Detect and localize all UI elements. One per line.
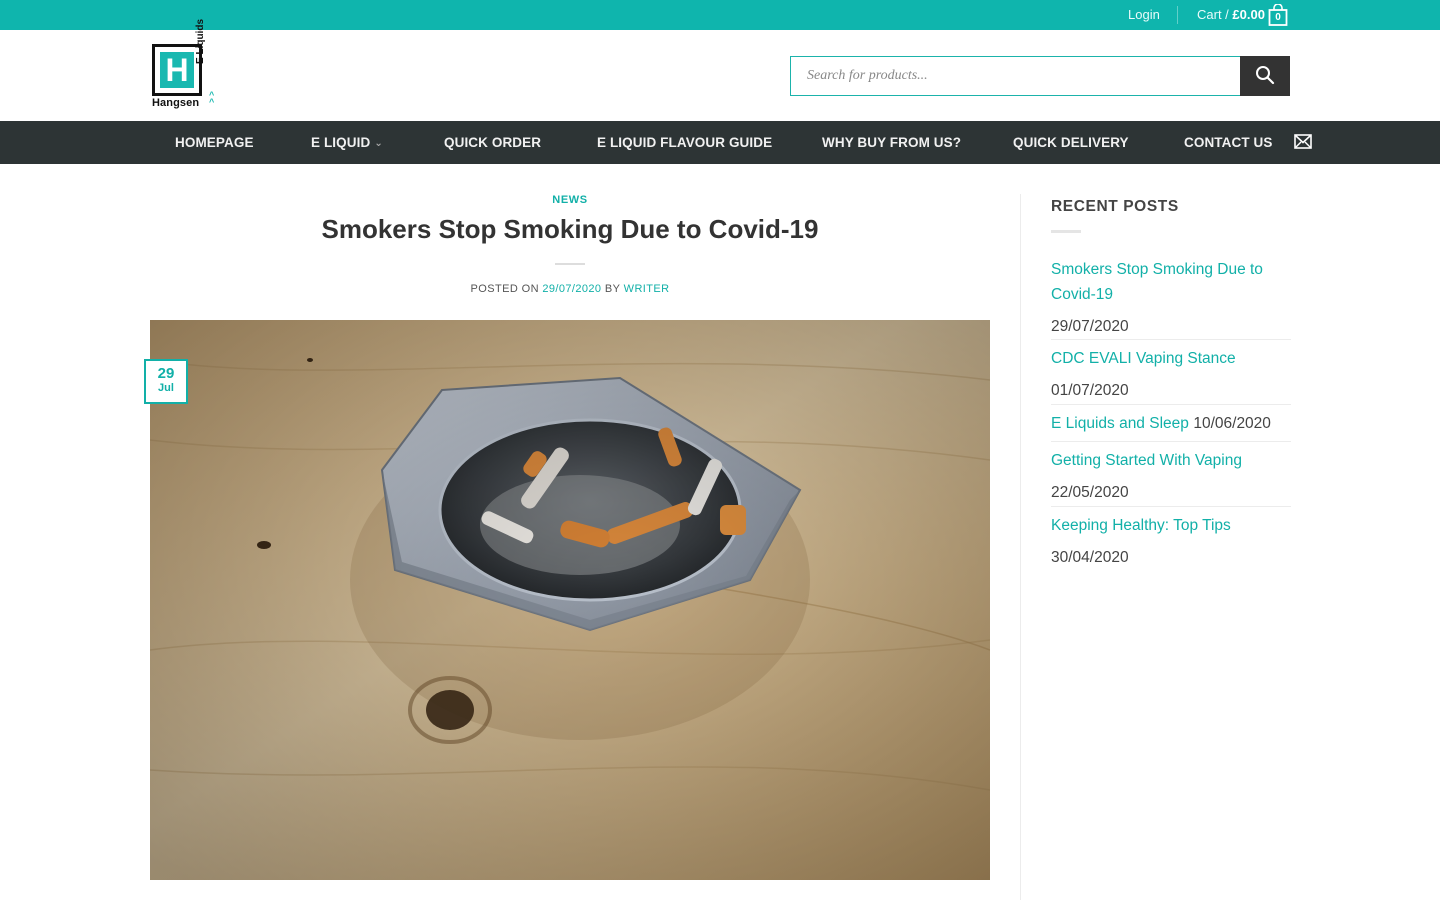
logo-brand-name: Hangsen	[152, 97, 200, 109]
cart-count: 0	[1275, 12, 1281, 23]
date-badge-day: 29	[157, 365, 175, 382]
envelope-icon[interactable]	[1294, 134, 1312, 150]
list-item: Smokers Stop Smoking Due to Covid-19 29/…	[1051, 257, 1291, 340]
recent-post-link[interactable]: Getting Started With Vaping	[1051, 452, 1242, 469]
heading-divider	[1051, 230, 1081, 233]
recent-post-date: 29/07/2020	[1051, 318, 1129, 335]
post-meta: POSTED ON 29/07/2020 BY WRITER	[150, 283, 990, 295]
login-link[interactable]: Login	[1128, 7, 1160, 22]
date-badge: 29 Jul	[144, 359, 188, 404]
nav-item-quick-delivery[interactable]: QUICK DELIVERY	[1013, 121, 1129, 164]
recent-post-link[interactable]: Keeping Healthy: Top Tips	[1051, 517, 1231, 534]
search-button[interactable]	[1240, 56, 1290, 96]
product-search	[790, 56, 1290, 96]
cart-bag-icon[interactable]: 0	[1268, 3, 1288, 26]
recent-post-date: 01/07/2020	[1051, 382, 1129, 399]
posted-on-label: POSTED ON	[470, 283, 539, 295]
chevron-down-icon: ⌄	[374, 138, 383, 149]
logo-subtitle: E Liquids	[195, 19, 206, 64]
nav-item-quick-order[interactable]: QUICK ORDER	[444, 121, 541, 164]
search-icon	[1255, 65, 1275, 88]
main-nav: HOMEPAGE E LIQUID ⌄ QUICK ORDER E LIQUID …	[0, 121, 1440, 164]
recent-post-link[interactable]: E Liquids and Sleep	[1051, 415, 1189, 432]
sidebar-divider	[1020, 194, 1021, 900]
search-input[interactable]	[790, 56, 1241, 96]
recent-post-date: 22/05/2020	[1051, 484, 1129, 501]
list-item: E Liquids and Sleep 10/06/2020	[1051, 405, 1291, 442]
date-badge-month: Jul	[158, 382, 174, 394]
logo-letter: H	[165, 52, 189, 88]
recent-post-link[interactable]: Smokers Stop Smoking Due to Covid-19	[1051, 261, 1263, 303]
site-logo[interactable]: H E Liquids ^ ^ Hangsen	[151, 19, 221, 112]
recent-post-date: 10/06/2020	[1193, 415, 1271, 432]
recent-post-link[interactable]: CDC EVALI Vaping Stance	[1051, 350, 1236, 367]
title-divider	[555, 263, 585, 265]
nav-item-why-buy[interactable]: WHY BUY FROM US?	[822, 121, 961, 164]
main-content: NEWS Smokers Stop Smoking Due to Covid-1…	[0, 164, 1440, 900]
top-bar: Login Cart / £0.00 0	[0, 0, 1440, 30]
recent-posts-heading: RECENT POSTS	[1051, 198, 1179, 215]
sidebar: RECENT POSTS Smokers Stop Smoking Due to…	[1051, 198, 1291, 571]
list-item: CDC EVALI Vaping Stance 01/07/2020	[1051, 340, 1291, 405]
cart-total: £0.00	[1232, 7, 1265, 22]
cart-link[interactable]: Cart / £0.00	[1197, 7, 1265, 22]
recent-post-date: 30/04/2020	[1051, 549, 1129, 566]
nav-item-homepage[interactable]: HOMEPAGE	[175, 121, 254, 164]
post-author-link[interactable]: WRITER	[624, 283, 670, 295]
topbar-divider	[1177, 6, 1178, 24]
logo-arrows-icon: ^ ^	[209, 90, 215, 107]
by-label: BY	[604, 283, 621, 295]
post-date-link[interactable]: 29/07/2020	[542, 283, 601, 295]
featured-image	[150, 320, 990, 880]
nav-item-e-liquid[interactable]: E LIQUID ⌄	[311, 121, 383, 164]
nav-item-e-liquid-label: E LIQUID	[311, 135, 371, 150]
post-category[interactable]: NEWS	[150, 194, 990, 206]
site-header: H E Liquids ^ ^ Hangsen	[0, 19, 1440, 121]
list-item: Getting Started With Vaping 22/05/2020	[1051, 442, 1291, 507]
post-title: Smokers Stop Smoking Due to Covid-19	[321, 214, 819, 244]
nav-item-contact-us[interactable]: CONTACT US	[1184, 121, 1273, 164]
list-item: Keeping Healthy: Top Tips 30/04/2020	[1051, 507, 1291, 571]
cart-label: Cart /	[1197, 7, 1229, 22]
nav-item-flavour-guide[interactable]: E LIQUID FLAVOUR GUIDE	[597, 121, 772, 164]
logo-box-inner: H	[160, 52, 194, 88]
